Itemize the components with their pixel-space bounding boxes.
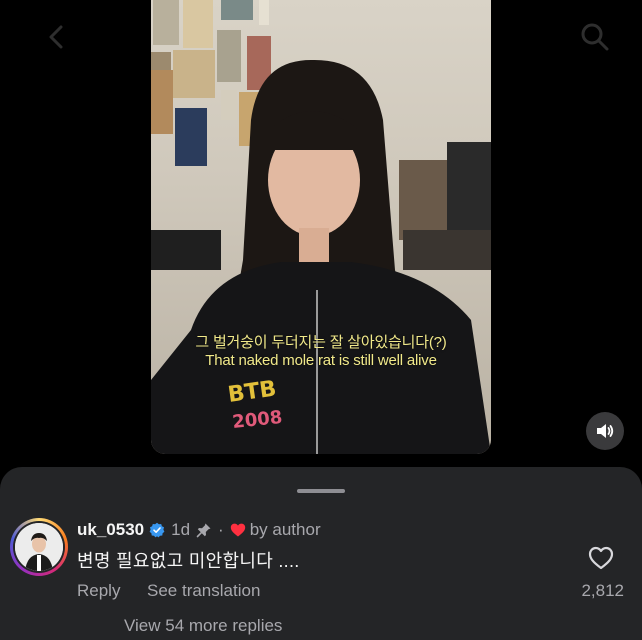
see-translation-button[interactable]: See translation: [147, 581, 260, 601]
comment-time: 1d: [171, 520, 191, 539]
speaker-icon: [597, 424, 614, 438]
avatar[interactable]: [10, 518, 68, 576]
video-player[interactable]: BTB 2008 그 벌거숭이 두더지는 잘 살아있습니다(?) That na…: [151, 0, 491, 454]
comment-username[interactable]: uk_0530: [77, 520, 144, 540]
heart-filled-icon: [230, 523, 245, 537]
reply-button[interactable]: Reply: [77, 581, 120, 601]
pin-icon: [196, 523, 211, 538]
like-count: 2,812: [581, 581, 624, 600]
video-frame: BTB 2008: [151, 0, 491, 454]
comment-text: 변명 필요없고 미안합니다 ....: [77, 551, 300, 571]
search-icon[interactable]: [578, 20, 612, 54]
subtitle-korean: 그 벌거숭이 두더지는 잘 살아있습니다(?): [195, 334, 447, 351]
meta-separator: ·: [218, 520, 224, 539]
subtitle-english: That naked mole rat is still well alive: [205, 352, 437, 369]
avatar-image: [15, 523, 63, 571]
verified-badge-icon: [149, 522, 165, 538]
liked-by-author-label: by author: [249, 520, 321, 539]
view-more-replies-button[interactable]: View 54 more replies: [124, 616, 282, 636]
sound-toggle-button[interactable]: [586, 412, 624, 450]
sheet-drag-handle[interactable]: [297, 489, 345, 493]
comment-meta: uk_0530 1d · by author: [77, 519, 321, 541]
heart-outline-icon[interactable]: [588, 545, 614, 571]
comments-sheet: uk_0530 1d · by author 변명 필요없고 미안합니다 ...…: [0, 467, 642, 640]
back-arrow-icon[interactable]: [42, 22, 72, 52]
